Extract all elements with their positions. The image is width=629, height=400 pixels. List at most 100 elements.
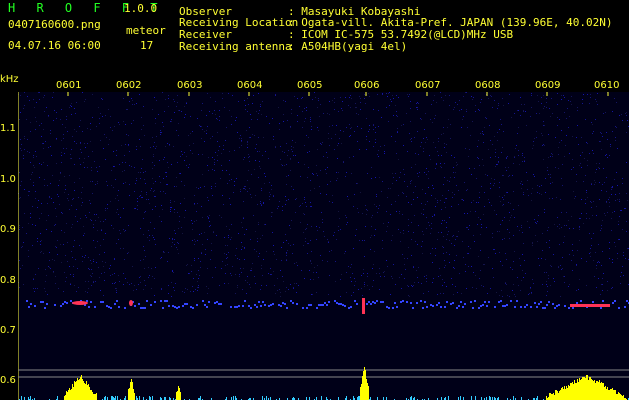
noise-speck [211,250,212,251]
noise-speck [71,114,72,115]
noise-speck [619,216,620,217]
noise-speck [422,231,423,232]
noise-speck [480,102,481,103]
level-bar [597,381,598,400]
carrier-point [138,303,140,305]
noise-speck [83,235,84,236]
noise-speck [444,220,445,221]
noise-speck [261,265,262,266]
noise-speck [416,107,417,108]
noise-speck [353,156,354,157]
noise-speck [472,121,473,122]
noise-speck [597,104,598,105]
noise-speck [404,278,405,279]
noise-speck [561,227,562,228]
carrier-point [190,306,192,308]
noise-speck [208,157,209,158]
noise-speck [373,129,374,130]
noise-speck [609,206,610,207]
noise-speck [471,174,472,175]
noise-speck [420,146,421,147]
noise-speck [480,133,481,134]
noise-speck [552,198,553,199]
noise-speck [484,192,485,193]
noise-speck [198,188,199,189]
noise-speck [513,209,514,210]
level-bar [64,396,65,400]
noise-speck [424,276,425,277]
level-bar [95,394,96,400]
level-bar [594,380,595,400]
noise-speck [193,291,194,292]
noise-speck [268,273,269,274]
noise-speck [172,238,173,239]
noise-speck [26,233,27,234]
noise-speck [225,245,226,246]
noise-speck [447,234,448,235]
carrier-point [192,307,194,309]
carrier-point [464,303,466,305]
noise-speck [435,248,436,249]
carrier-point [290,300,292,302]
level-bar [580,380,581,400]
noise-speck [606,202,607,203]
noise-speck [533,283,534,284]
noise-speck [124,231,125,232]
noise-speck [153,146,154,147]
noise-speck [479,278,480,279]
noise-speck [406,113,407,114]
noise-speck [167,261,168,262]
noise-speck [131,283,132,284]
noise-speck [50,268,51,269]
level-bar [83,381,84,400]
noise-speck [90,123,91,124]
carrier-point [342,304,344,306]
noise-speck [350,277,351,278]
noise-speck [494,179,495,180]
noise-speck [551,266,552,267]
noise-speck [97,241,98,242]
noise-speck [411,138,412,139]
noise-speck [208,218,209,219]
noise-speck [242,246,243,247]
noise-speck [343,161,344,162]
noise-speck [171,207,172,208]
noise-speck [359,240,360,241]
noise-speck [208,217,209,218]
noise-speck [393,264,394,265]
noise-speck [601,228,602,229]
noise-speck [22,246,23,247]
noise-speck [542,135,543,136]
noise-speck [513,284,514,285]
noise-speck [125,162,126,163]
noise-speck [191,265,192,266]
noise-speck [404,174,405,175]
noise-speck [301,270,302,271]
noise-speck [160,130,161,131]
noise-speck [620,283,621,284]
noise-speck [104,272,105,273]
noise-speck [98,217,99,218]
noise-speck [521,188,522,189]
noise-speck [523,111,524,112]
noise-speck [290,284,291,285]
noise-speck [354,278,355,279]
noise-speck [102,261,103,262]
noise-speck [167,143,168,144]
noise-speck [415,241,416,242]
noise-speck [349,97,350,98]
noise-speck [421,213,422,214]
level-bar [600,383,601,400]
noise-speck [114,166,115,167]
noise-speck [619,193,620,194]
noise-speck [620,210,621,211]
noise-speck [561,99,562,100]
noise-speck [327,113,328,114]
noise-speck [237,132,238,133]
noise-speck [525,111,526,112]
noise-speck [364,256,365,257]
noise-speck [497,108,498,109]
noise-speck [476,202,477,203]
noise-speck [499,252,500,253]
carrier-point [176,307,178,309]
